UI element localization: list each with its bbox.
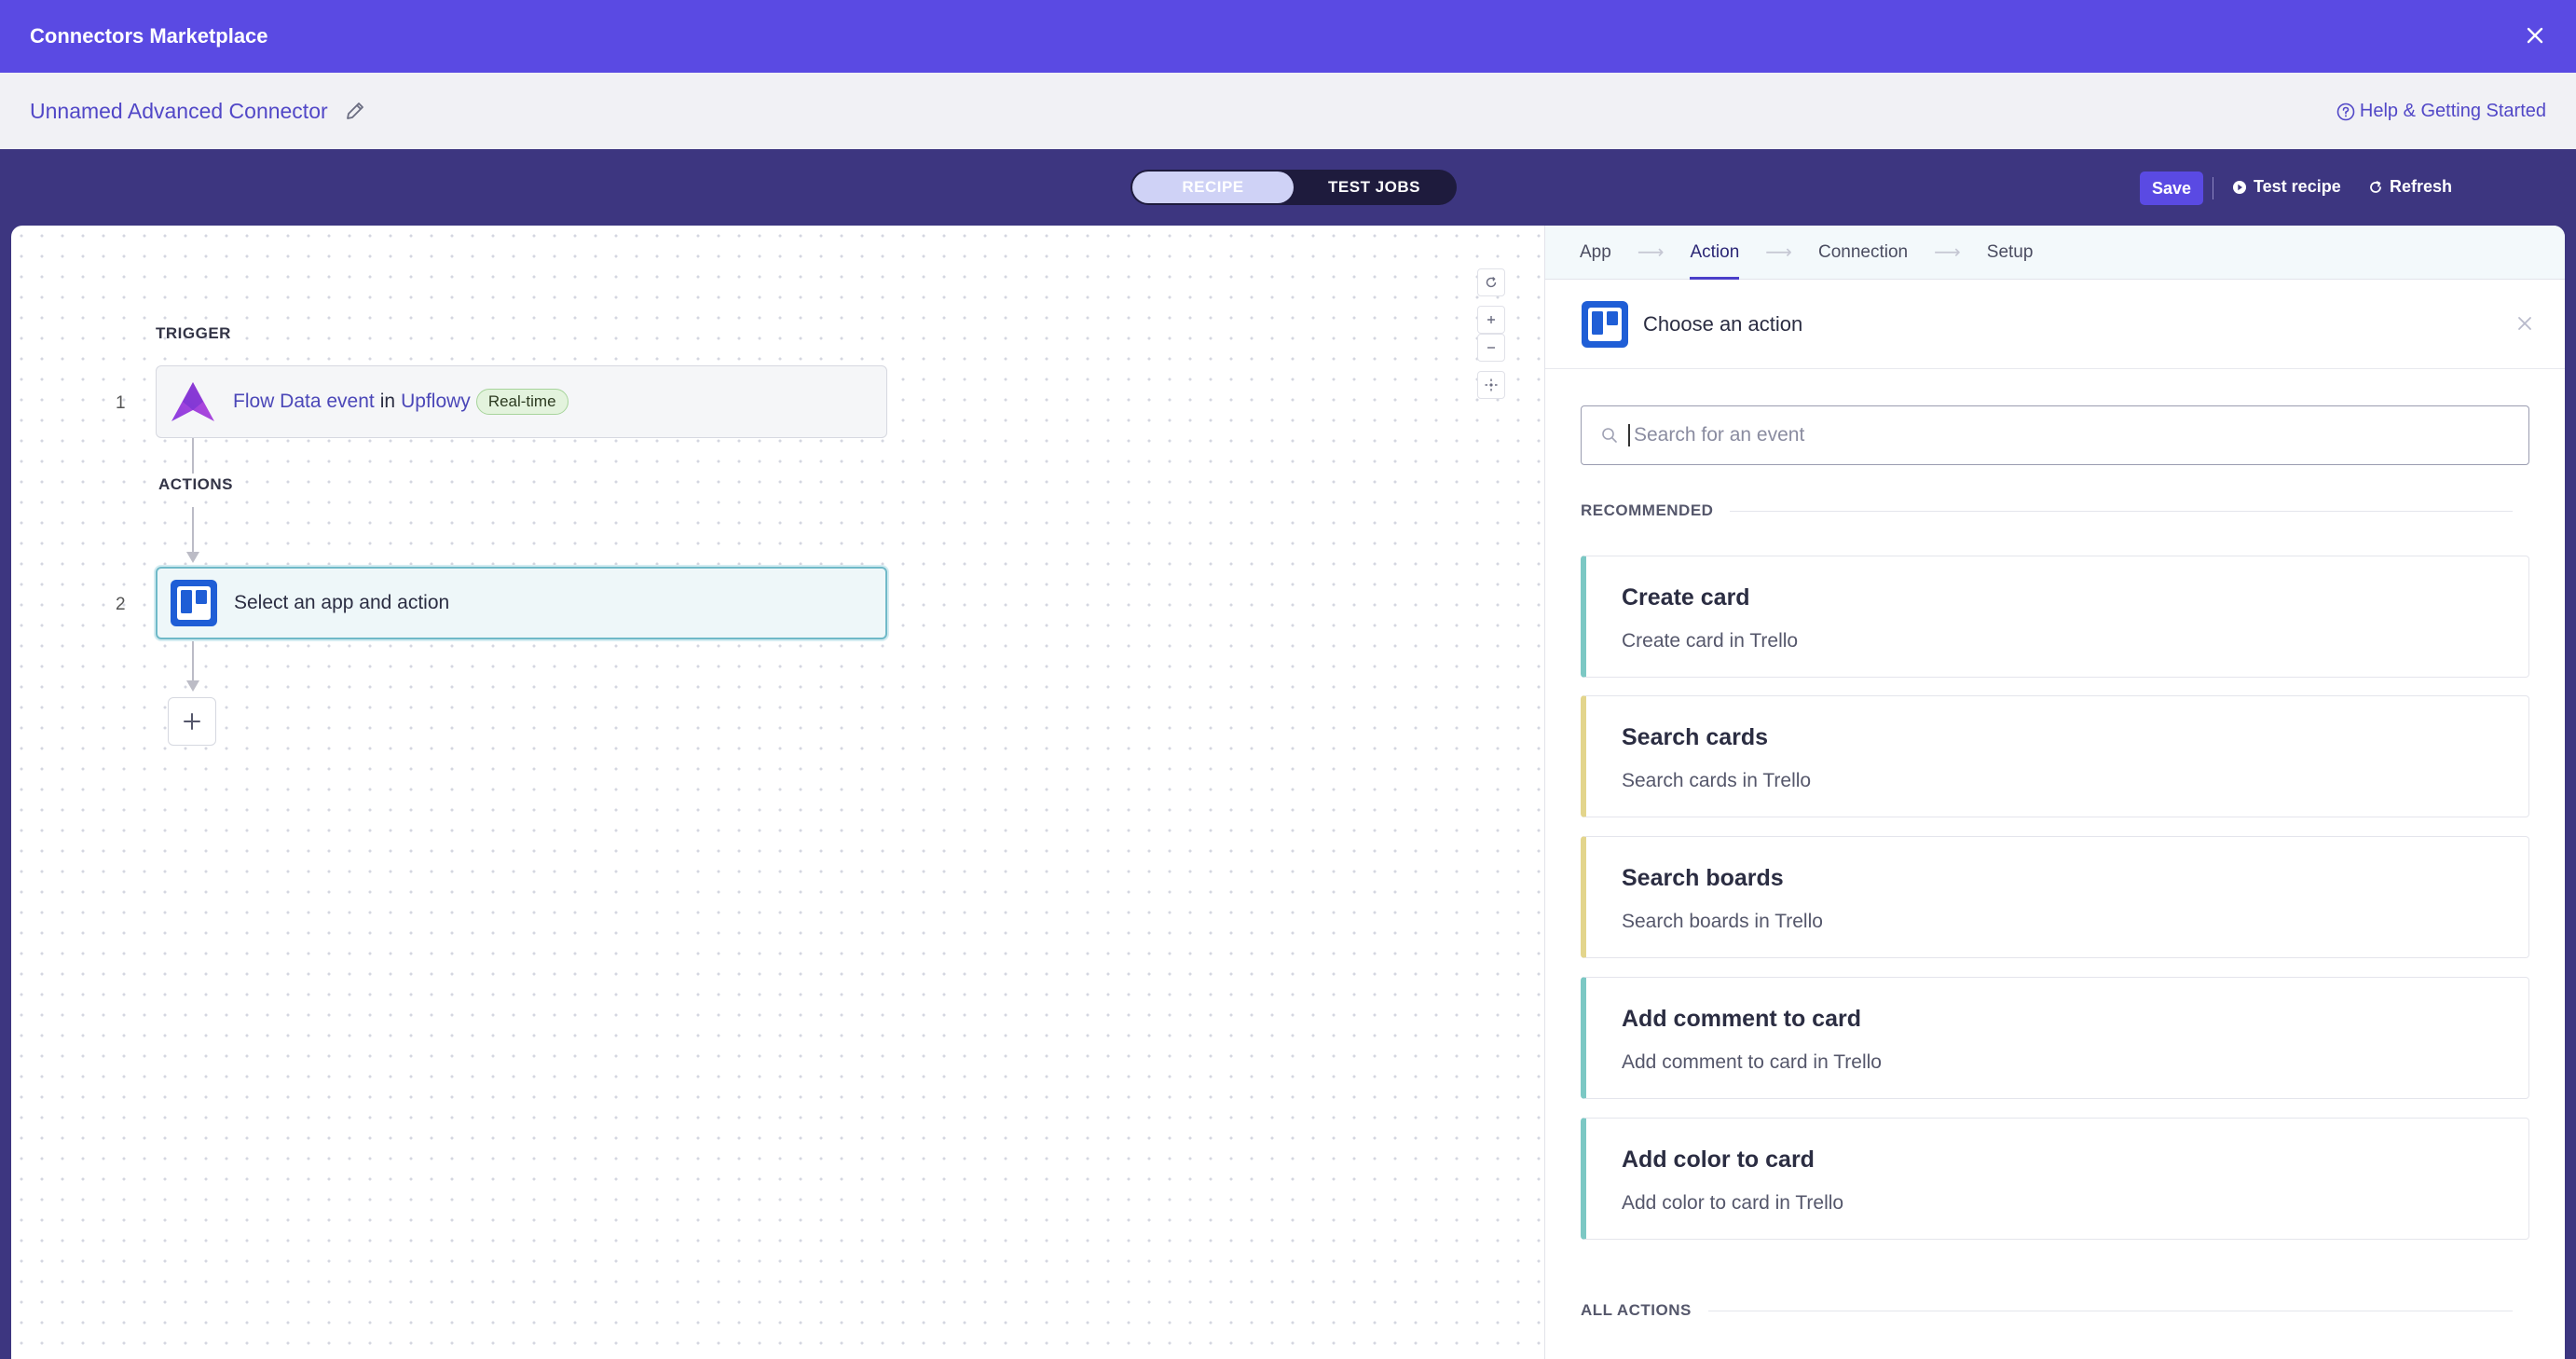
realtime-badge: Real-time — [475, 389, 569, 415]
upflowy-logo-icon — [168, 377, 218, 427]
plus-icon — [1487, 316, 1495, 323]
trello-logo-icon — [169, 578, 219, 628]
trigger-label: TRIGGER — [156, 324, 231, 342]
zoom-in-button[interactable] — [1477, 306, 1505, 334]
tab-recipe[interactable]: RECIPE — [1132, 172, 1294, 203]
test-recipe-label: Test recipe — [2254, 177, 2341, 196]
action-title: Search boards — [1622, 865, 1784, 891]
trigger-step-card[interactable]: Flow Data event in Upflowy Real-time — [156, 365, 887, 438]
help-link[interactable]: Help & Getting Started — [2336, 101, 2546, 122]
action-description: Search boards in Trello — [1622, 911, 1823, 932]
tab-test-jobs[interactable]: TEST JOBS — [1294, 172, 1455, 203]
connector-line — [192, 641, 194, 682]
arrow-right-icon: ⟶ — [1934, 242, 1961, 263]
reset-view-button[interactable] — [1477, 268, 1505, 296]
add-step-button[interactable] — [168, 697, 216, 746]
action-title: Add comment to card — [1622, 1006, 1861, 1032]
action-step-text: Select an app and action — [234, 592, 450, 613]
test-recipe-button[interactable]: Test recipe — [2231, 177, 2341, 197]
close-icon[interactable] — [2520, 21, 2550, 50]
action-description: Add comment to card in Trello — [1622, 1051, 1882, 1073]
recommended-label-text: RECOMMENDED — [1581, 501, 1714, 519]
actions-label: ACTIONS — [158, 475, 233, 493]
action-title: Add color to card — [1622, 1146, 1815, 1173]
arrow-down-icon — [186, 680, 199, 692]
wizard-step-app[interactable]: App — [1580, 226, 1611, 280]
action-item-create-card[interactable]: Create card Create card in Trello — [1581, 556, 2529, 678]
all-actions-label: ALL ACTIONS — [1581, 1301, 2513, 1320]
arrow-right-icon: ⟶ — [1637, 242, 1665, 263]
arrow-down-icon — [186, 552, 199, 563]
action-description: Search cards in Trello — [1622, 770, 1812, 791]
trigger-event-name[interactable]: Flow Data event — [233, 391, 375, 413]
refresh-icon — [2370, 180, 2381, 193]
action-item-add-color[interactable]: Add color to card Add color to card in T… — [1581, 1118, 2529, 1240]
action-picker-panel: App ⟶ Action ⟶ Connection ⟶ Setup Choose… — [1544, 226, 2565, 1359]
event-search-input[interactable] — [1628, 424, 2467, 446]
step-number: 2 — [116, 595, 126, 614]
connector-name[interactable]: Unnamed Advanced Connector — [30, 99, 328, 124]
connector-line — [192, 438, 194, 474]
trigger-app-name[interactable]: Upflowy — [401, 391, 471, 413]
help-label: Help & Getting Started — [2359, 101, 2546, 121]
view-switcher: RECIPE TEST JOBS — [1130, 170, 1457, 205]
connector-line — [192, 507, 194, 554]
recipe-toolbar: RECIPE TEST JOBS Save Test recipe Refres… — [0, 149, 2576, 226]
rotate-icon — [1486, 277, 1497, 288]
connector-word: in — [379, 391, 396, 412]
action-title: Search cards — [1622, 724, 1769, 750]
zoom-out-button[interactable] — [1477, 334, 1505, 362]
fit-view-button[interactable] — [1477, 371, 1505, 399]
play-circle-icon — [2233, 180, 2246, 194]
step-number: 1 — [116, 393, 126, 413]
wizard-step-connection[interactable]: Connection — [1818, 226, 1908, 280]
plus-icon — [184, 713, 200, 730]
action-item-add-comment[interactable]: Add comment to card Add comment to card … — [1581, 977, 2529, 1099]
question-circle-icon — [2336, 103, 2355, 120]
fit-screen-icon — [1485, 378, 1498, 391]
arrow-right-icon: ⟶ — [1765, 242, 1792, 263]
wizard-step-action[interactable]: Action — [1690, 226, 1739, 280]
wizard-step-setup[interactable]: Setup — [1987, 226, 2034, 280]
action-description: Add color to card in Trello — [1622, 1192, 1844, 1214]
app-title: Connectors Marketplace — [30, 24, 268, 48]
recommended-label: RECOMMENDED — [1581, 501, 2513, 520]
action-title: Create card — [1622, 584, 1750, 611]
action-step-card[interactable]: Select an app and action — [156, 567, 887, 639]
choose-action-header: Choose an action — [1545, 280, 2565, 369]
choose-action-label: Choose an action — [1643, 311, 1803, 336]
save-button[interactable]: Save — [2140, 172, 2203, 205]
refresh-button[interactable]: Refresh — [2367, 177, 2452, 197]
trello-logo-icon — [1580, 299, 1630, 350]
event-search-box — [1581, 405, 2529, 465]
recipe-canvas[interactable]: TRIGGER 1 Flow Data event in Upflowy Rea… — [11, 226, 1544, 1359]
pencil-icon[interactable] — [343, 99, 367, 123]
action-item-search-cards[interactable]: Search cards Search cards in Trello — [1581, 695, 2529, 817]
connector-name-bar: Unnamed Advanced Connector Help & Gettin… — [0, 73, 2576, 149]
minus-icon — [1487, 347, 1495, 349]
search-icon — [1602, 428, 1617, 443]
app-header: Connectors Marketplace — [0, 0, 2576, 73]
action-description: Create card in Trello — [1622, 630, 1799, 652]
action-item-search-boards[interactable]: Search boards Search boards in Trello — [1581, 836, 2529, 958]
wizard-steps: App ⟶ Action ⟶ Connection ⟶ Setup — [1545, 226, 2565, 280]
close-icon[interactable] — [2513, 311, 2537, 336]
refresh-label: Refresh — [2390, 177, 2453, 196]
all-actions-label-text: ALL ACTIONS — [1581, 1301, 1692, 1319]
